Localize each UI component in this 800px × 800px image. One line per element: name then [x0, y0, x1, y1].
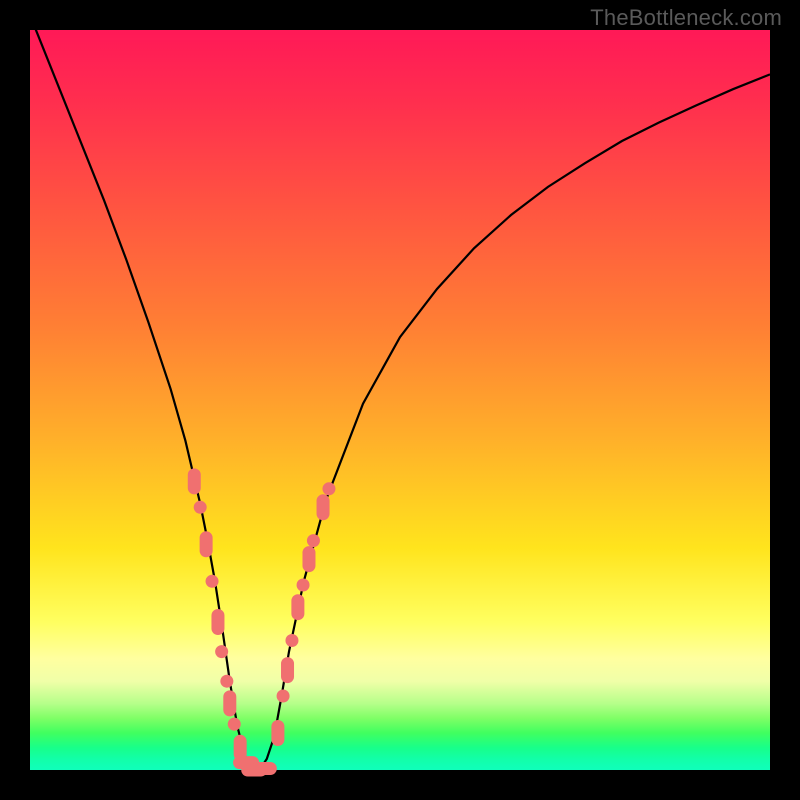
data-point — [271, 720, 284, 746]
data-markers — [188, 468, 336, 776]
data-point — [281, 657, 294, 683]
outer-frame: TheBottleneck.com — [0, 0, 800, 800]
bottleneck-curve — [30, 15, 770, 770]
data-point — [297, 579, 310, 592]
data-point — [228, 718, 241, 731]
data-point — [302, 546, 315, 572]
watermark-text: TheBottleneck.com — [590, 5, 782, 31]
data-point — [215, 645, 228, 658]
data-point — [251, 762, 277, 775]
data-point — [285, 634, 298, 647]
data-point — [220, 675, 233, 688]
data-point — [194, 501, 207, 514]
data-point — [206, 575, 219, 588]
data-point — [200, 531, 213, 557]
data-point — [211, 609, 224, 635]
chart-overlay — [30, 30, 770, 770]
plot-area — [30, 30, 770, 770]
data-point — [291, 594, 304, 620]
data-point — [223, 690, 236, 716]
data-point — [317, 494, 330, 520]
data-point — [307, 534, 320, 547]
data-point — [322, 482, 335, 495]
data-point — [188, 468, 201, 494]
data-point — [277, 690, 290, 703]
